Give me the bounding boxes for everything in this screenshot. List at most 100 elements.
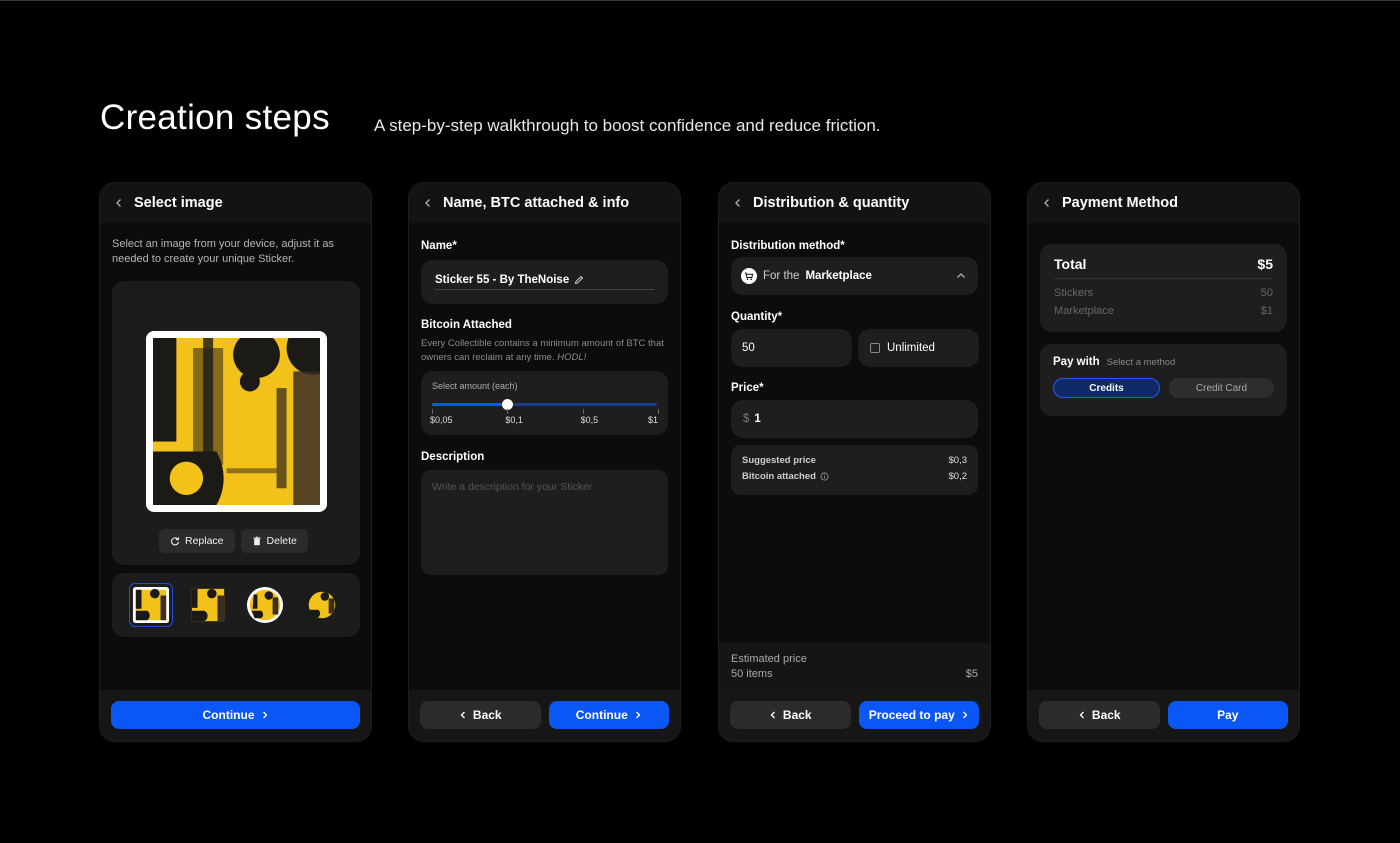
screen-name-btc-info: Name, BTC attached & info Name* Sticker … (408, 182, 681, 742)
total-label: Total (1054, 256, 1087, 272)
screen-footer: Back Pay (1028, 690, 1299, 741)
sticker-thumbnail (305, 588, 338, 622)
chevron-left-icon (1079, 711, 1084, 719)
unlimited-checkbox[interactable]: Unlimited (858, 329, 979, 367)
back-label: Back (782, 708, 812, 722)
slider-tick-label[interactable]: $0,05 (430, 415, 453, 425)
slider-fill (432, 403, 507, 406)
btc-amount-slider[interactable]: Select amount (each) $0,05 $0,1 $0,5 $1 (421, 371, 668, 435)
summary-line: Stickers 50 (1054, 287, 1273, 299)
summary-line-value: 50 (1260, 287, 1273, 299)
pencil-icon[interactable] (574, 275, 584, 285)
top-divider (0, 0, 1400, 1)
screen-distribution-quantity: Distribution & quantity Distribution met… (718, 182, 991, 742)
chevron-left-icon[interactable] (114, 198, 128, 208)
price-label: Price* (731, 382, 764, 394)
summary-line-label: Stickers (1054, 287, 1094, 299)
suggested-price-label: Suggested price (742, 455, 816, 466)
shape-option-square-border[interactable] (128, 583, 173, 627)
back-button[interactable]: Back (420, 701, 541, 729)
back-label: Back (1091, 708, 1121, 722)
description-placeholder: Write a description for your Sticker (432, 481, 593, 493)
slider-tick-mark (432, 409, 433, 414)
slider-tick-mark (658, 409, 659, 414)
sticker-thumbnail (191, 588, 224, 622)
back-button[interactable]: Back (730, 701, 851, 729)
image-actions: Replace Delete (159, 529, 308, 553)
summary-line-label: Marketplace (1054, 305, 1114, 317)
shape-option-circle[interactable] (300, 583, 344, 627)
quantity-value: 50 (742, 342, 755, 354)
estimated-price-bar: Estimated price 50 items $5 (719, 643, 990, 692)
screen-header: Distribution & quantity (719, 183, 990, 223)
checkbox-box[interactable] (870, 343, 880, 353)
suggested-price-value: $0,3 (948, 455, 968, 466)
slider-tick-mark (582, 409, 584, 414)
back-button[interactable]: Back (1039, 701, 1160, 729)
continue-button[interactable]: Continue (548, 701, 669, 729)
screen-footer: Continue (100, 690, 371, 741)
sticker-thumbnail (246, 586, 283, 624)
cart-icon (741, 268, 757, 284)
btc-attached-value: $0,2 (948, 471, 968, 482)
proceed-to-pay-button[interactable]: Proceed to pay (858, 701, 979, 729)
replace-button[interactable]: Replace (159, 529, 235, 553)
price-currency: $ (743, 413, 750, 425)
pay-with-hint: Select a method (1106, 357, 1176, 368)
page-title: Creation steps (100, 98, 330, 137)
screen-select-image: Select image Select an image from your d… (99, 182, 372, 742)
chevron-left-icon[interactable] (1042, 198, 1056, 208)
pay-button[interactable]: Pay (1167, 701, 1288, 729)
slider-tick-label[interactable]: $0,5 (581, 415, 599, 425)
description-input[interactable]: Write a description for your Sticker (421, 470, 668, 575)
page-subtitle: A step-by-step walkthrough to boost conf… (374, 116, 881, 135)
estimated-price-label: Estimated price (731, 653, 807, 665)
shape-option-square[interactable] (186, 583, 230, 627)
screen-header: Name, BTC attached & info (409, 183, 680, 223)
summary-line-value: $1 (1260, 305, 1273, 317)
continue-button[interactable]: Continue (111, 701, 360, 729)
continue-label: Continue (575, 708, 628, 722)
method-credit-card[interactable]: Credit Card (1169, 378, 1274, 398)
btc-attached-label: Bitcoin attached (742, 471, 816, 482)
order-summary: Total $5 Stickers 50 Marketplace $1 (1040, 244, 1287, 332)
slider-label: Select amount (each) (432, 381, 518, 391)
estimated-items: 50 items (731, 668, 773, 680)
screen-title: Name, BTC attached & info (443, 195, 630, 211)
slider-tick-mark (507, 409, 509, 414)
shape-option-circle-border[interactable] (243, 583, 287, 627)
screen-title: Payment Method (1062, 195, 1179, 211)
price-value: 1 (754, 413, 761, 425)
shape-options (112, 573, 360, 637)
sticker-image (153, 321, 341, 505)
screen-title: Distribution & quantity (753, 195, 910, 211)
refresh-icon (171, 537, 180, 546)
proceed-label: Proceed to pay (868, 708, 955, 722)
delete-button[interactable]: Delete (240, 529, 308, 553)
chevron-left-icon[interactable] (733, 198, 747, 208)
method-credits[interactable]: Credits (1053, 378, 1160, 398)
price-input[interactable]: $ 1 (731, 400, 978, 438)
slider-tick-label[interactable]: $0,1 (505, 415, 523, 425)
summary-line: Marketplace $1 (1054, 305, 1273, 317)
name-label: Name* (421, 240, 457, 252)
chevron-left-icon (460, 711, 465, 719)
screen-payment-method: Payment Method Total $5 Stickers 50 Mark… (1027, 182, 1300, 742)
btc-hint-emphasis: HODL! (557, 351, 587, 363)
pay-with-card: Pay with Select a method Credits Credit … (1040, 344, 1287, 416)
info-icon[interactable] (820, 472, 829, 481)
estimated-price-value: $5 (965, 668, 978, 680)
quantity-input[interactable]: 50 (731, 329, 852, 367)
btc-hint: Every Collectible contains a minimum amo… (421, 337, 668, 364)
sticker-preview[interactable] (146, 321, 341, 512)
method-value: Marketplace (805, 270, 872, 282)
chevron-right-icon (962, 711, 968, 719)
slider-track[interactable] (432, 399, 657, 410)
quantity-label: Quantity* (731, 311, 783, 323)
slider-tick-label[interactable]: $1 (648, 415, 658, 425)
chevron-left-icon[interactable] (423, 198, 437, 208)
screen-header: Select image (100, 183, 371, 223)
screen-title: Select image (134, 195, 223, 211)
distribution-method-select[interactable]: For the Marketplace (731, 257, 978, 295)
name-field[interactable]: Sticker 55 - By TheNoise (421, 260, 668, 304)
